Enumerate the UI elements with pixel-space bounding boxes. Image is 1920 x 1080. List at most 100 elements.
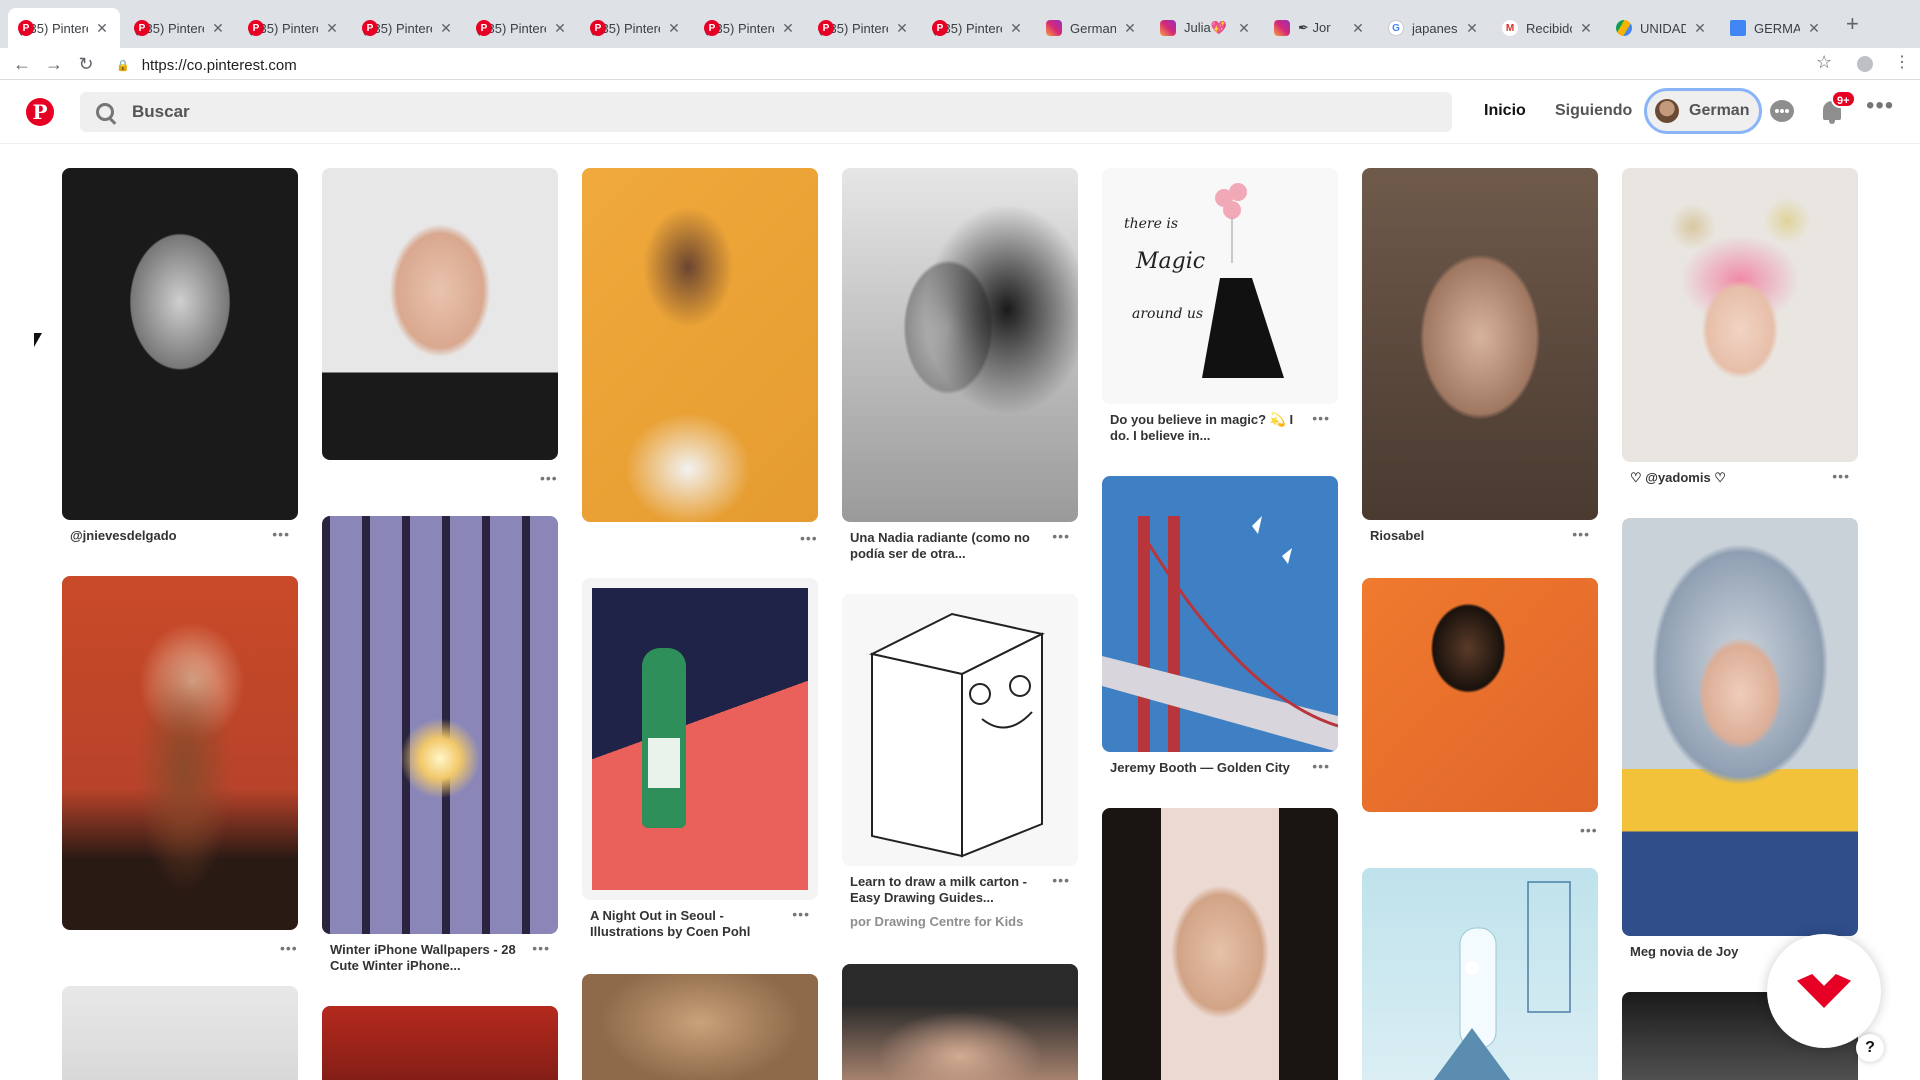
browser-tab[interactable]: German ✕ <box>1036 8 1148 48</box>
browser-tab[interactable]: ✒ Jor ✕ <box>1264 8 1376 48</box>
pin-image[interactable] <box>322 1006 558 1080</box>
pin-more-icon[interactable]: ••• <box>540 470 558 486</box>
pin-image[interactable] <box>842 964 1078 1080</box>
pin-more-icon[interactable]: ••• <box>280 940 298 956</box>
nav-home[interactable]: Inicio <box>1484 102 1526 120</box>
pin-card[interactable] <box>582 974 818 1080</box>
close-tab-icon[interactable]: ✕ <box>210 20 226 37</box>
pin-image[interactable] <box>62 986 298 1080</box>
pin-image[interactable] <box>62 576 298 930</box>
pin-more-icon[interactable]: ••• <box>800 530 818 546</box>
close-tab-icon[interactable]: ✕ <box>1578 20 1594 37</box>
profile-icon[interactable] <box>1857 56 1873 72</box>
pin-image[interactable] <box>1102 808 1338 1080</box>
nav-following[interactable]: Siguiendo <box>1555 102 1632 120</box>
pin-image[interactable]: there is Magic around us <box>1102 168 1338 404</box>
pin-more-icon[interactable]: ••• <box>792 907 810 921</box>
close-tab-icon[interactable]: ✕ <box>1692 20 1708 37</box>
browser-tab[interactable]: P (435) Pinterest ✕ <box>8 8 120 48</box>
new-tab-icon[interactable]: + <box>1846 13 1859 35</box>
close-tab-icon[interactable]: ✕ <box>324 20 340 37</box>
browser-tab[interactable]: P(435) Pinterest✕ <box>466 8 578 48</box>
close-tab-icon[interactable]: ✕ <box>1236 20 1252 37</box>
pin-title[interactable]: Riosabel <box>1370 528 1424 544</box>
pin-title[interactable]: Do you believe in magic? 💫 I do. I belie… <box>1110 412 1306 444</box>
close-tab-icon[interactable]: ✕ <box>1806 20 1822 37</box>
search-bar[interactable] <box>80 92 1452 132</box>
address-bar[interactable]: 🔒 https://co.pinterest.com <box>116 54 297 76</box>
pin-more-icon[interactable]: ••• <box>1312 411 1330 425</box>
pin-card[interactable] <box>842 964 1078 1080</box>
forward-icon[interactable]: → <box>42 52 66 76</box>
close-tab-icon[interactable]: ✕ <box>666 20 682 37</box>
pin-image[interactable] <box>842 168 1078 522</box>
pin-card[interactable] <box>322 168 558 460</box>
messages-icon[interactable] <box>1770 100 1796 124</box>
pin-card[interactable] <box>62 986 298 1080</box>
browser-tab[interactable]: GERMAN✕ <box>1720 8 1832 48</box>
browser-tab[interactable]: P(435) Pinterest✕ <box>808 8 920 48</box>
pin-image[interactable] <box>1362 578 1598 812</box>
close-tab-icon[interactable]: ✕ <box>438 20 454 37</box>
pin-card[interactable] <box>1362 578 1598 812</box>
pin-card[interactable] <box>582 168 818 522</box>
reload-icon[interactable]: ↻ <box>74 52 98 76</box>
pin-card[interactable]: A Night Out in Seoul - Illustrations by … <box>582 578 818 940</box>
pin-title[interactable]: A Night Out in Seoul - Illustrations by … <box>590 908 786 940</box>
bookmark-star-icon[interactable]: ☆ <box>1816 52 1832 73</box>
close-tab-icon[interactable]: ✕ <box>552 20 568 37</box>
floating-heart-button[interactable] <box>1767 934 1881 1048</box>
browser-tab[interactable]: P(435) Pinterest✕ <box>352 8 464 48</box>
browser-tab[interactable]: P(435) Pinterest✕ <box>694 8 806 48</box>
pin-image[interactable] <box>1362 168 1598 520</box>
pin-card[interactable] <box>62 576 298 930</box>
pin-image[interactable] <box>1622 168 1858 462</box>
close-tab-icon[interactable]: ✕ <box>1122 20 1138 37</box>
pin-image[interactable] <box>582 168 818 522</box>
pin-image[interactable] <box>322 516 558 934</box>
pin-image[interactable] <box>582 578 818 900</box>
more-options-icon[interactable]: ••• <box>1866 92 1894 120</box>
pin-card[interactable]: Jeremy Booth — Golden City ••• <box>1102 476 1338 776</box>
pin-source[interactable]: por Drawing Centre for Kids <box>842 906 1078 929</box>
user-profile-button[interactable]: German <box>1644 88 1762 134</box>
browser-tab[interactable]: P(435) Pinterest✕ <box>580 8 692 48</box>
pin-title[interactable]: Winter iPhone Wallpapers - 28 Cute Winte… <box>330 942 526 974</box>
browser-tab[interactable]: Gjapanese✕ <box>1378 8 1490 48</box>
pin-card[interactable]: Learn to draw a milk carton - Easy Drawi… <box>842 594 1078 929</box>
search-input[interactable] <box>132 102 732 122</box>
pinterest-logo-icon[interactable]: P <box>26 98 54 126</box>
pin-image[interactable] <box>842 594 1078 866</box>
pin-card[interactable]: @jnievesdelgado ••• <box>62 168 298 544</box>
browser-menu-icon[interactable]: ⋮ <box>1894 52 1910 72</box>
pin-title[interactable]: ♡ @yadomis ♡ <box>1630 470 1726 486</box>
browser-tab[interactable]: UNIDAD ✕ <box>1606 8 1718 48</box>
help-button[interactable]: ? <box>1856 1034 1884 1062</box>
pin-more-icon[interactable]: ••• <box>1832 469 1850 483</box>
pin-image[interactable] <box>1102 476 1338 752</box>
browser-tab[interactable]: P(435) Pinterest✕ <box>238 8 350 48</box>
close-tab-icon[interactable]: ✕ <box>1350 20 1366 37</box>
pin-card[interactable]: ♡ @yadomis ♡ ••• <box>1622 168 1858 486</box>
pin-image[interactable] <box>62 168 298 520</box>
pin-more-icon[interactable]: ••• <box>1052 529 1070 543</box>
browser-tab[interactable]: P(435) Pinterest✕ <box>922 8 1034 48</box>
pin-card[interactable]: Riosabel ••• <box>1362 168 1598 544</box>
pin-image[interactable] <box>1622 518 1858 936</box>
pin-more-icon[interactable]: ••• <box>1312 759 1330 773</box>
close-tab-icon[interactable]: ✕ <box>1464 20 1480 37</box>
pin-title[interactable]: @jnievesdelgado <box>70 528 177 544</box>
pin-more-icon[interactable]: ••• <box>1580 822 1598 838</box>
pin-title[interactable]: Jeremy Booth — Golden City <box>1110 760 1290 776</box>
browser-tab[interactable]: Julia💖 ✕ <box>1150 8 1262 48</box>
pin-image[interactable] <box>1362 868 1598 1080</box>
pin-card[interactable]: Meg novia de Joy <box>1622 518 1858 960</box>
close-tab-icon[interactable]: ✕ <box>94 20 110 37</box>
pin-more-icon[interactable]: ••• <box>1052 873 1070 887</box>
close-tab-icon[interactable]: ✕ <box>1008 20 1024 37</box>
pin-card[interactable]: Winter iPhone Wallpapers - 28 Cute Winte… <box>322 516 558 974</box>
browser-tab[interactable]: M Recibido ✕ <box>1492 8 1604 48</box>
browser-tab[interactable]: P(435) Pinterest✕ <box>124 8 236 48</box>
pin-image[interactable] <box>322 168 558 460</box>
close-tab-icon[interactable]: ✕ <box>894 20 910 37</box>
